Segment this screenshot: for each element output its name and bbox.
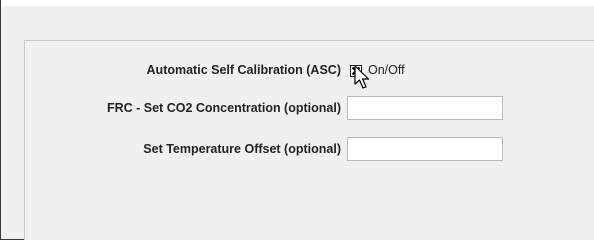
frc-label: FRC - Set CO2 Concentration (optional) bbox=[106, 101, 341, 115]
asc-checkbox[interactable] bbox=[350, 65, 362, 77]
asc-toggle-label[interactable]: On/Off bbox=[368, 63, 405, 77]
frc-co2-input[interactable] bbox=[347, 96, 503, 120]
checkmark-icon bbox=[352, 67, 360, 75]
top-strip bbox=[1, 0, 594, 6]
asc-label: Automatic Self Calibration (ASC) bbox=[146, 63, 341, 77]
temp-offset-input[interactable] bbox=[347, 137, 503, 161]
app-window: Automatic Self Calibration (ASC) On/Off … bbox=[0, 0, 594, 240]
temp-offset-label: Set Temperature Offset (optional) bbox=[143, 142, 341, 156]
